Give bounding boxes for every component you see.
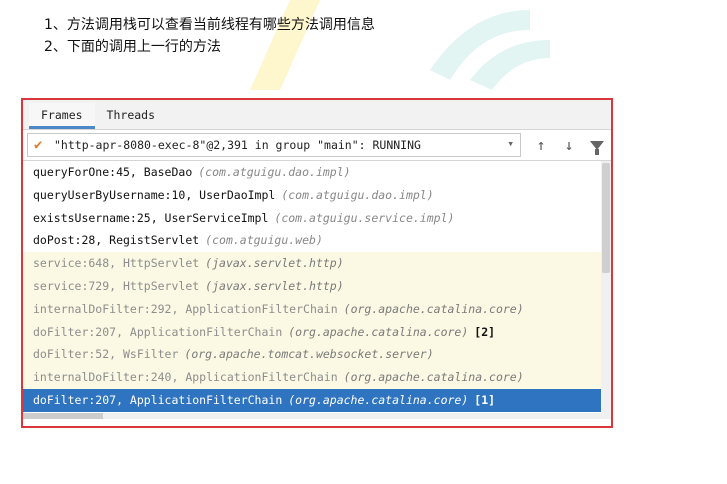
frame-package: (org.apache.tomcat.websocket.server) [184,347,434,362]
thread-selector[interactable]: ✔ "http-apr-8080-exec-8"@2,391 in group … [27,133,521,157]
thread-toolbar: ✔ "http-apr-8080-exec-8"@2,391 in group … [23,130,611,161]
filter-button[interactable] [583,133,611,157]
frame-package: (javax.servlet.http) [205,278,344,293]
frame-row[interactable]: existsUsername:25, UserServiceImpl (com.a… [23,207,611,230]
arrow-down-icon: ↓ [564,136,574,154]
frame-row[interactable]: doFilter:207, ApplicationFilterChain (org… [23,320,611,344]
frame-method: service:648, HttpServlet [33,256,200,271]
frame-package: (org.apache.catalina.core) [288,324,469,339]
arrow-up-button[interactable]: ↑ [527,133,555,157]
thread-label: "http-apr-8080-exec-8"@2,391 in group "m… [54,138,421,152]
frame-method: doPost:28, RegistServlet [33,233,200,248]
hscroll-thumb[interactable] [23,413,103,419]
note-line-2: 2、下面的调用上一行的方法 [44,39,221,55]
frame-row[interactable]: internalDoFilter:240, ApplicationFilterC… [23,366,611,389]
frame-package: (com.atguigu.dao.impl) [281,187,434,202]
vertical-scrollbar[interactable] [601,161,611,419]
frame-row[interactable]: service:729, HttpServlet (javax.servlet.h… [23,274,611,298]
chevron-down-icon[interactable]: ▾ [507,137,514,150]
filter-icon [590,140,604,155]
frame-mark: [2] [474,324,496,339]
frame-row[interactable]: doPost:28, RegistServlet (com.atguigu.web… [23,229,611,252]
frame-method: queryUserByUsername:10, UserDaoImpl [33,187,276,202]
instruction-notes: 1、方法调用栈可以查看当前线程有哪些方法调用信息 2、下面的调用上一行的方法 [44,14,375,58]
arrow-down-button[interactable]: ↓ [555,133,583,157]
frame-method: doFilter:207, ApplicationFilterChain [33,392,283,407]
frame-row[interactable]: internalDoFilter:292, ApplicationFilterC… [23,297,611,321]
note-line-1: 1、方法调用栈可以查看当前线程有哪些方法调用信息 [44,17,375,33]
frame-method: doFilter:52, WsFilter [33,347,179,362]
frame-row-selected[interactable]: doFilter:207, ApplicationFilterChain (org… [23,388,611,412]
frame-method: doFilter:207, ApplicationFilterChain [33,324,283,339]
arrow-up-icon: ↑ [536,136,546,154]
frame-method: queryForOne:45, BaseDao [33,165,193,179]
frame-package: (org.apache.catalina.core) [343,301,524,316]
frame-package: (org.apache.catalina.core) [343,370,524,385]
horizontal-scrollbar[interactable] [23,413,611,419]
frame-method: service:729, HttpServlet [33,278,200,293]
frame-mark: [1] [474,392,496,407]
frame-package: (com.atguigu.web) [205,233,323,248]
tab-frames[interactable]: Frames [29,103,95,129]
debugger-tabs: Frames Threads [23,100,611,130]
frame-method: internalDoFilter:292, ApplicationFilterC… [33,301,338,316]
frame-row[interactable]: queryUserByUsername:10, UserDaoImpl (com.… [23,184,611,207]
frame-method: existsUsername:25, UserServiceImpl [33,210,269,225]
frame-method: internalDoFilter:240, ApplicationFilterC… [33,370,338,385]
frame-package: (javax.servlet.http) [205,256,344,271]
check-icon: ✔ [34,137,43,153]
debugger-frames-panel: Frames Threads ✔ "http-apr-8080-exec-8"@… [21,98,613,428]
frame-package: (org.apache.catalina.core) [288,392,469,407]
frames-list: queryForOne:45, BaseDao (com.atguigu.dao.… [23,161,611,419]
tab-threads[interactable]: Threads [95,103,167,129]
frame-row[interactable]: service:648, HttpServlet (javax.servlet.h… [23,252,611,275]
frame-row[interactable]: queryForOne:45, BaseDao (com.atguigu.dao.… [23,161,611,184]
scroll-thumb[interactable] [602,163,610,273]
frame-package: (com.atguigu.service.impl) [274,210,455,225]
frame-row[interactable]: doFilter:52, WsFilter (org.apache.tomcat.… [23,343,611,367]
frame-package: (com.atguigu.dao.impl) [198,165,351,179]
